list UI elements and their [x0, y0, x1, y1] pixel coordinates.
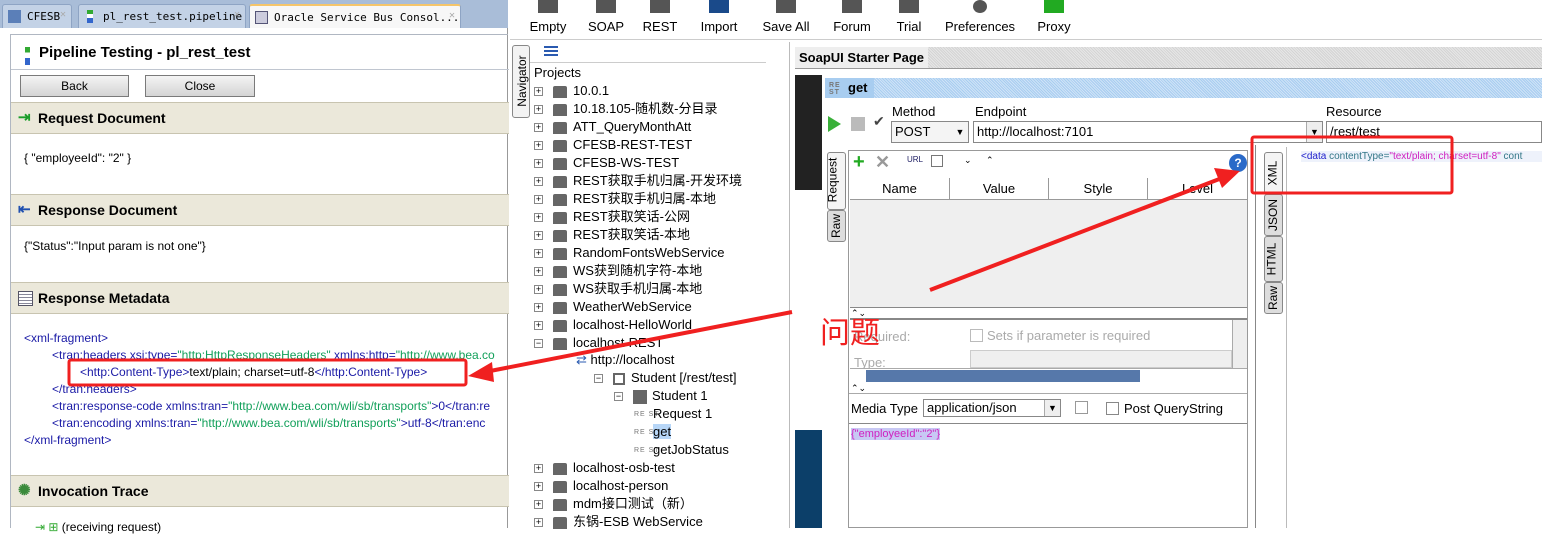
arrow-head — [468, 362, 494, 382]
highlight-box-content-type — [67, 358, 468, 387]
highlight-box-response — [1250, 135, 1454, 195]
annotation-arrow — [929, 176, 1223, 292]
annotation-label: 问题 — [820, 317, 880, 350]
annotation-arrow — [484, 310, 793, 374]
annotation-overlay — [67, 135, 1454, 387]
